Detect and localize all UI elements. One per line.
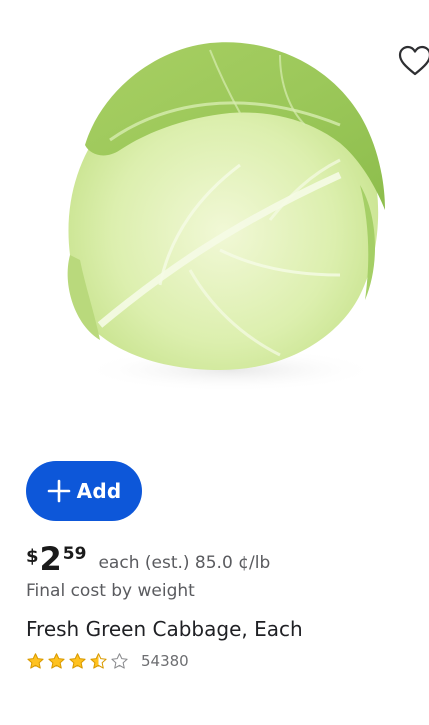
star-half-icon <box>90 652 107 669</box>
price-row: $ 2 59 each (est.) 85.0 ¢/lb <box>26 541 270 575</box>
star-rating <box>26 652 131 671</box>
star-filled-icon <box>27 652 44 669</box>
review-count: 54380 <box>141 652 189 670</box>
plus-icon <box>47 479 70 503</box>
price-dollars: 2 <box>39 540 62 578</box>
product-image[interactable] <box>40 25 400 415</box>
unit-price-info: each (est.) 85.0 ¢/lb <box>98 553 271 573</box>
price-cents: 59 <box>62 544 87 564</box>
product-title[interactable]: Fresh Green Cabbage, Each <box>26 617 303 641</box>
product-card: Add $ 2 59 each (est.) 85.0 ¢/lb Final c… <box>0 0 429 725</box>
rating-row[interactable]: 54380 <box>26 651 189 671</box>
heart-outline-icon[interactable] <box>397 44 429 78</box>
star-filled-icon <box>48 652 65 669</box>
final-cost-note: Final cost by weight <box>26 581 195 601</box>
star-filled-icon <box>69 652 86 669</box>
star-empty-icon <box>111 652 128 669</box>
currency-symbol: $ <box>26 546 39 567</box>
product-price: $ 2 59 <box>26 543 86 575</box>
add-to-cart-button[interactable]: Add <box>26 461 142 521</box>
add-button-label: Add <box>76 479 122 503</box>
